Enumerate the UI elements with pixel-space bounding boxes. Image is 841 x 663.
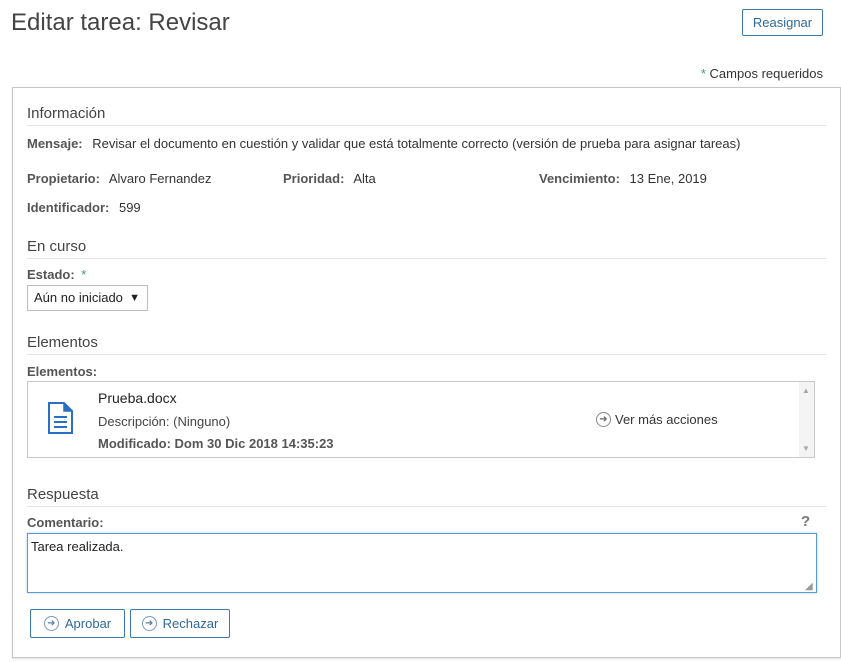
owner-value: Alvaro Fernandez <box>108 171 212 186</box>
items-scrollbar[interactable]: ▲ ▼ <box>799 382 814 457</box>
priority-label: Prioridad: <box>283 171 345 186</box>
priority-value: Alta <box>353 171 376 186</box>
help-icon[interactable]: ? <box>801 513 810 530</box>
required-star: * <box>700 66 706 81</box>
reject-label: Rechazar <box>162 616 219 631</box>
due-date-label: Vencimiento: <box>539 171 620 186</box>
identifier-value: 599 <box>118 200 141 215</box>
items-label: Elementos: <box>27 364 98 379</box>
arrow-circle-icon: ➜ <box>43 616 59 631</box>
status-required-star: * <box>81 267 87 282</box>
identifier-label: Identificador: <box>27 200 110 215</box>
required-fields-text: Campos requeridos <box>709 66 823 81</box>
owner-label: Propietario: <box>27 171 100 186</box>
scroll-up-icon[interactable]: ▲ <box>802 386 810 395</box>
arrow-circle-icon: ➜ <box>596 412 611 427</box>
scroll-down-icon[interactable]: ▼ <box>802 444 810 453</box>
identifier-row: Identificador: 599 <box>27 200 141 215</box>
approve-label: Aprobar <box>64 616 112 631</box>
section-heading-items: Elementos <box>27 334 827 355</box>
more-actions-label: Ver más acciones <box>615 412 718 427</box>
status-select-value: Aún no iniciado <box>34 290 123 305</box>
status-select[interactable]: Aún no iniciado ▼ <box>27 285 148 311</box>
priority-row: Prioridad: Alta <box>283 171 376 186</box>
due-date-value: 13 Ene, 2019 <box>629 171 707 186</box>
more-actions-link[interactable]: ➜ Ver más acciones <box>596 412 718 427</box>
reject-button[interactable]: ➜ Rechazar <box>130 609 230 638</box>
task-form-panel: Información Mensaje: Revisar el document… <box>12 87 841 658</box>
owner-row: Propietario: Alvaro Fernandez <box>27 171 212 186</box>
message-label: Mensaje: <box>27 136 83 151</box>
arrow-circle-icon: ➜ <box>141 616 157 631</box>
due-date-row: Vencimiento: 13 Ene, 2019 <box>539 171 707 186</box>
status-label-row: Estado: * <box>27 267 86 282</box>
document-icon <box>46 402 74 434</box>
page-title: Editar tarea: Revisar <box>11 9 230 36</box>
comment-textarea[interactable]: Tarea realizada. <box>27 533 817 593</box>
message-value: Revisar el documento en cuestión y valid… <box>92 136 741 151</box>
required-fields-note: * Campos requeridos <box>701 66 823 81</box>
message-row: Mensaje: Revisar el documento en cuestió… <box>27 136 740 151</box>
items-list: Prueba.docx Descripción: (Ninguno) Modif… <box>27 381 815 458</box>
chevron-down-icon: ▼ <box>129 292 140 304</box>
approve-button[interactable]: ➜ Aprobar <box>30 609 125 638</box>
comment-label: Comentario: <box>27 515 104 530</box>
file-modified: Modificado: Dom 30 Dic 2018 14:35:23 <box>98 436 334 451</box>
file-description: Descripción: (Ninguno) <box>98 414 231 429</box>
status-label: Estado: <box>27 267 75 282</box>
section-heading-info: Información <box>27 105 827 126</box>
reassign-button[interactable]: Reasignar <box>742 9 823 36</box>
section-heading-progress: En curso <box>27 238 827 259</box>
file-name: Prueba.docx <box>98 390 177 406</box>
section-heading-response: Respuesta <box>27 486 827 507</box>
